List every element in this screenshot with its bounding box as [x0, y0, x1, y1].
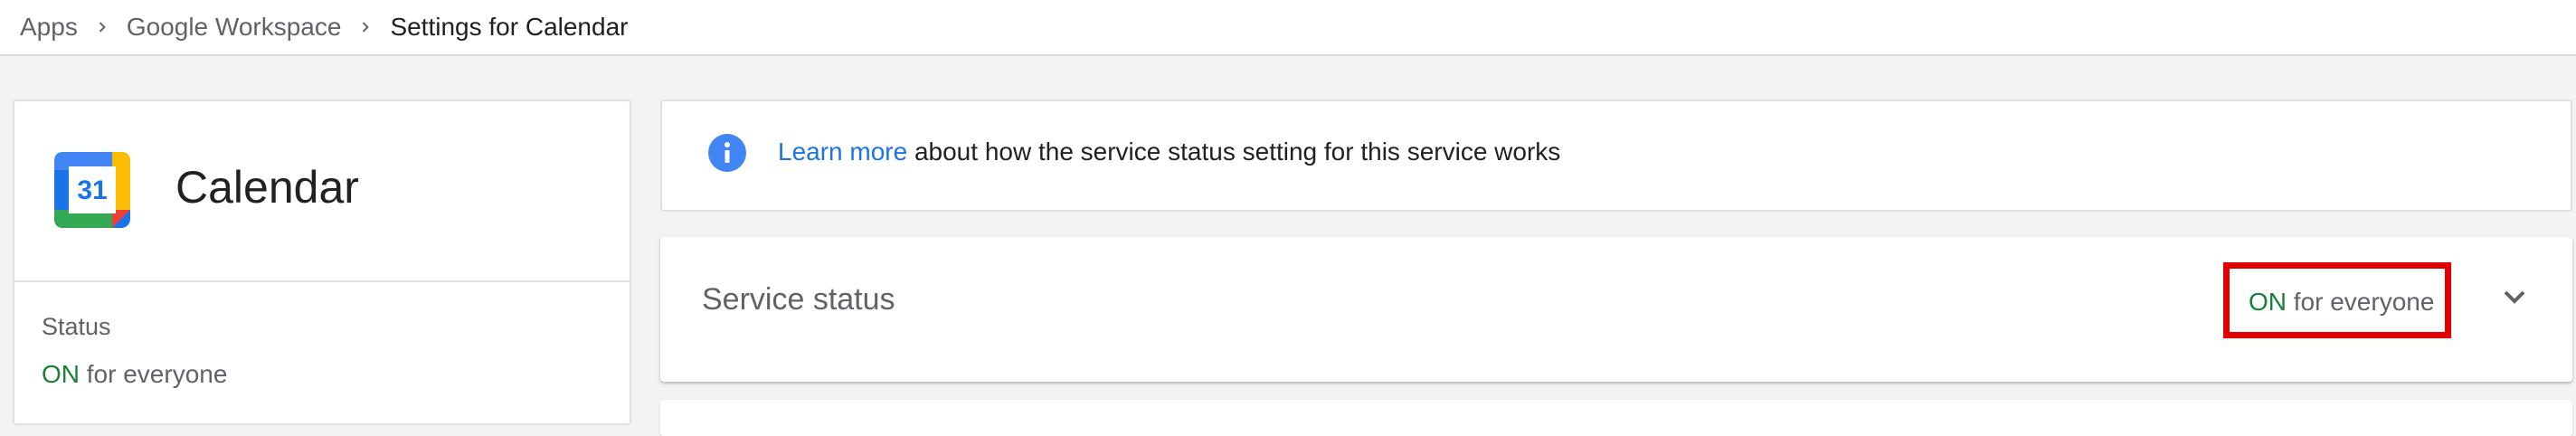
chevron-right-icon — [357, 19, 374, 35]
status-on-text: ON — [42, 360, 80, 388]
service-status-panel[interactable]: Service status ON for everyone — [660, 237, 2572, 382]
divider — [14, 280, 630, 282]
breadcrumb-current: Settings for Calendar — [390, 13, 629, 41]
breadcrumb-apps[interactable]: Apps — [20, 13, 78, 42]
status-value: ON for everyone — [42, 360, 227, 389]
info-banner: Learn more about how the service status … — [660, 100, 2572, 212]
service-status-summary: ON for everyone — [2249, 288, 2434, 317]
svg-text:31: 31 — [77, 175, 107, 205]
app-name: Calendar — [175, 162, 359, 213]
next-panel — [660, 400, 2572, 436]
breadcrumb-google-workspace[interactable]: Google Workspace — [127, 13, 342, 42]
info-text: Learn more about how the service status … — [778, 137, 1560, 166]
app-summary-card: 31 Calendar Status ON for everyone — [13, 100, 631, 425]
chevron-down-icon[interactable] — [2496, 279, 2533, 315]
info-description: about how the service status setting for… — [914, 137, 1561, 166]
chevron-right-icon — [94, 19, 110, 35]
status-scope-text: for everyone — [86, 360, 228, 388]
breadcrumb: Apps Google Workspace Settings for Calen… — [0, 0, 2576, 56]
service-status-title: Service status — [702, 282, 895, 317]
service-status-scope: for everyone — [2293, 288, 2435, 316]
app-header: 31 Calendar — [14, 101, 630, 282]
calendar-logo-icon: 31 — [54, 152, 130, 228]
info-icon — [708, 134, 746, 172]
status-label: Status — [42, 313, 111, 340]
service-status-on: ON — [2249, 288, 2287, 316]
learn-more-link[interactable]: Learn more — [778, 137, 907, 166]
